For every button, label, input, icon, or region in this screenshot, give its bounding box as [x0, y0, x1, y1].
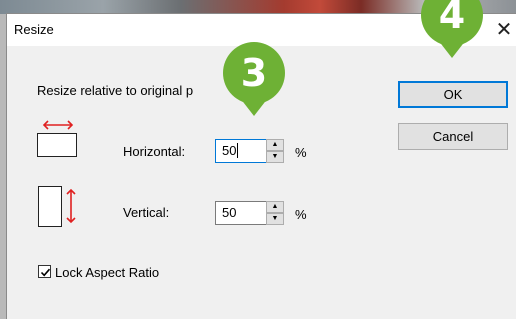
- horizontal-spinbox: 50 ▲ ▼: [215, 139, 287, 163]
- horizontal-unit: %: [295, 145, 307, 160]
- horizontal-input[interactable]: 50: [215, 139, 272, 163]
- spin-down-icon[interactable]: ▼: [266, 213, 284, 225]
- vertical-unit: %: [295, 207, 307, 222]
- vertical-spin-arrows: ▲ ▼: [266, 201, 284, 225]
- close-button[interactable]: ✕: [493, 18, 515, 42]
- vertical-label: Vertical:: [123, 205, 170, 220]
- step-3-badge: 3: [223, 42, 285, 104]
- lock-aspect-label[interactable]: Lock Aspect Ratio: [55, 265, 159, 280]
- spin-down-icon[interactable]: ▼: [266, 151, 284, 163]
- background-photo-left: [0, 14, 7, 319]
- horizontal-spin-arrows: ▲ ▼: [266, 139, 284, 163]
- horizontal-resize-icon: [36, 120, 80, 165]
- vertical-resize-icon: [37, 184, 81, 235]
- lock-aspect-checkbox[interactable]: [38, 265, 51, 278]
- spin-up-icon[interactable]: ▲: [266, 201, 284, 213]
- dialog-title: Resize: [14, 22, 54, 37]
- vertical-input[interactable]: 50: [215, 201, 272, 225]
- ok-button[interactable]: OK: [398, 81, 508, 108]
- step-3-badge-pointer: [240, 98, 268, 116]
- step-4-badge-pointer: [438, 40, 466, 58]
- vertical-spinbox: 50 ▲ ▼: [215, 201, 287, 225]
- resize-heading: Resize relative to original p: [37, 83, 194, 98]
- spin-up-icon[interactable]: ▲: [266, 139, 284, 151]
- cancel-button[interactable]: Cancel: [398, 123, 508, 150]
- horizontal-label: Horizontal:: [123, 144, 186, 159]
- checkmark-icon: [40, 268, 51, 277]
